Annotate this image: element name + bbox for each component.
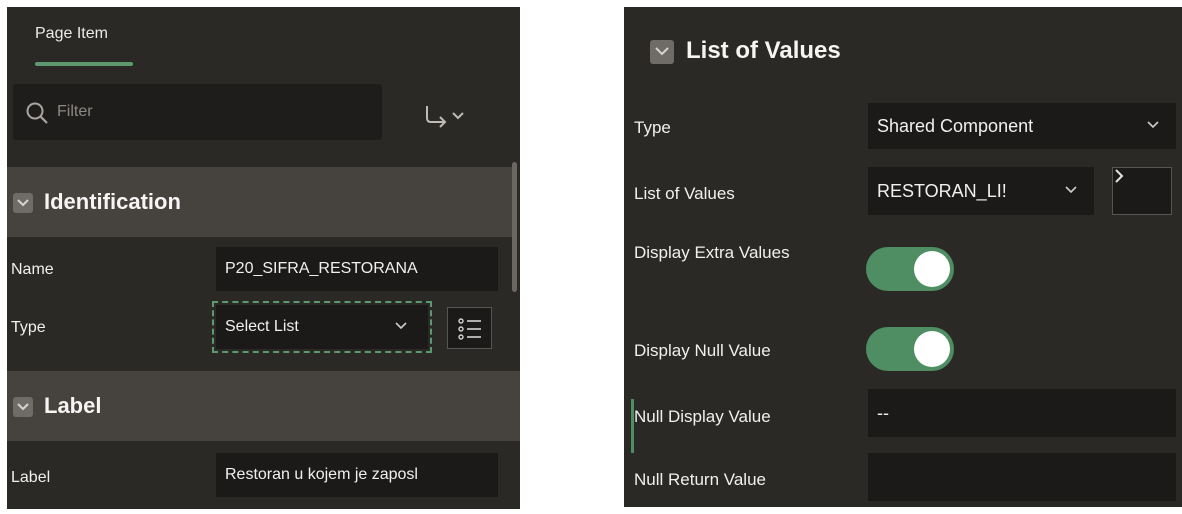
type-label: Type — [11, 319, 46, 336]
display-null-value-label: Display Null Value — [634, 341, 771, 360]
name-label: Name — [11, 261, 54, 278]
scrollbar[interactable] — [512, 162, 517, 292]
lov-type-select[interactable]: Shared Component — [868, 103, 1176, 149]
list-of-values-section-title: List of Values — [686, 37, 841, 64]
name-field[interactable]: P20_SIFRA_RESTORANA — [216, 247, 498, 291]
go-to-group-icon[interactable] — [423, 104, 483, 133]
search-icon — [25, 101, 49, 130]
tab-bar: Page Item — [7, 7, 520, 75]
filter-placeholder: Filter — [57, 103, 93, 120]
property-editor-right: List of Values Type Shared Component Lis… — [624, 7, 1182, 507]
property-editor-left: Page Item Filter Identification Name P20… — [7, 7, 520, 509]
chevron-down-icon — [1064, 167, 1078, 215]
filter-input[interactable]: Filter — [13, 84, 382, 140]
null-return-value-field[interactable] — [868, 453, 1176, 501]
label-section-header[interactable]: Label — [7, 371, 520, 441]
lov-select-value: RESTORAN_LI! — [877, 181, 1007, 201]
tab-page-item[interactable]: Page Item — [35, 25, 108, 43]
chevron-down-icon — [1146, 103, 1160, 149]
lov-type-label: Type — [634, 118, 671, 137]
list-view-button[interactable] — [447, 307, 492, 349]
identification-section-header[interactable]: Identification — [7, 167, 512, 237]
toggle-knob — [914, 331, 950, 367]
null-display-value-label: Null Display Value — [634, 407, 771, 426]
toggle-knob — [914, 251, 950, 287]
open-shared-component-button[interactable] — [1112, 167, 1172, 215]
lov-type-value: Shared Component — [877, 116, 1034, 136]
label-label: Label — [11, 469, 51, 486]
label-section-title: Label — [44, 393, 102, 418]
display-null-value-toggle[interactable] — [866, 327, 954, 371]
collapse-chevron-icon[interactable] — [13, 397, 33, 417]
display-extra-values-toggle[interactable] — [866, 247, 954, 291]
lov-select[interactable]: RESTORAN_LI! — [868, 167, 1094, 215]
null-display-value-field[interactable]: -- — [868, 389, 1176, 437]
type-select-value: Select List — [225, 318, 299, 335]
active-tab-indicator — [35, 62, 133, 66]
chevron-down-icon — [394, 305, 408, 349]
collapse-chevron-icon[interactable] — [13, 193, 33, 213]
null-return-value-label: Null Return Value — [634, 470, 766, 489]
type-select[interactable]: Select List — [212, 301, 432, 353]
list-icon — [458, 317, 482, 346]
identification-title: Identification — [44, 189, 181, 214]
lov-label: List of Values — [634, 184, 735, 203]
display-extra-values-label: Display Extra Values — [634, 243, 790, 262]
label-field[interactable]: Restoran u kojem je zaposl — [216, 453, 498, 497]
collapse-chevron-icon[interactable] — [650, 40, 674, 64]
